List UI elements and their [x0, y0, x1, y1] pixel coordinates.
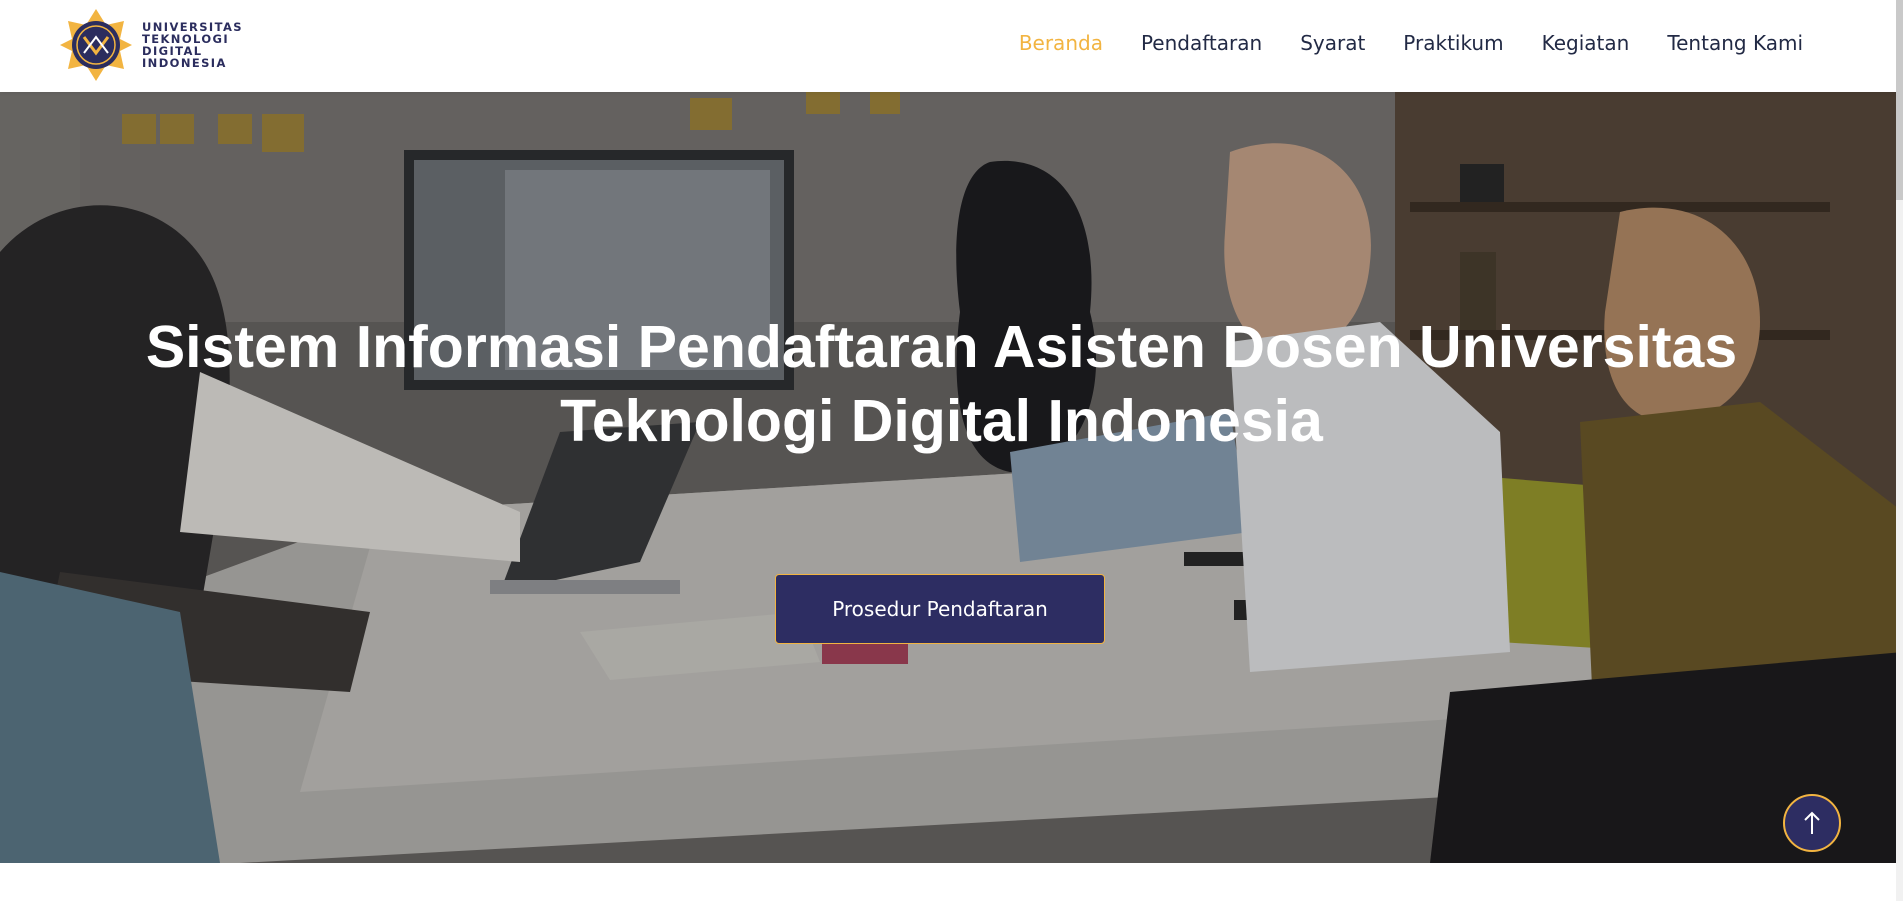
hero-dark-overlay	[0, 92, 1903, 863]
main-nav: Beranda Pendaftaran Syarat Praktikum Keg…	[981, 31, 1803, 55]
logo-line: INDONESIA	[142, 56, 227, 70]
scroll-to-top-button[interactable]	[1783, 794, 1841, 852]
logo-wordmark: UNIVERSITAS TEKNOLOGI DIGITAL INDONESIA	[142, 21, 257, 69]
registration-procedure-button[interactable]: Prosedur Pendaftaran	[775, 574, 1105, 644]
nav-item-pendaftaran[interactable]: Pendaftaran	[1141, 31, 1262, 55]
hero-title: Sistem Informasi Pendaftaran Asisten Dos…	[140, 310, 1743, 458]
nav-item-kegiatan[interactable]: Kegiatan	[1542, 31, 1630, 55]
nav-item-tentang-kami[interactable]: Tentang Kami	[1667, 31, 1803, 55]
nav-item-beranda[interactable]: Beranda	[1019, 31, 1103, 55]
nav-item-syarat[interactable]: Syarat	[1300, 31, 1365, 55]
site-header: UNIVERSITAS TEKNOLOGI DIGITAL INDONESIA …	[0, 0, 1903, 92]
arrow-up-icon	[1804, 811, 1820, 834]
scrollbar-thumb[interactable]	[1896, 0, 1903, 200]
hero-title-line: Teknologi Digital Indonesia	[560, 388, 1323, 454]
nav-item-praktikum[interactable]: Praktikum	[1403, 31, 1503, 55]
hero-title-line: Sistem Informasi Pendaftaran Asisten Dos…	[145, 314, 1738, 380]
university-logo[interactable]: UNIVERSITAS TEKNOLOGI DIGITAL INDONESIA	[58, 7, 257, 83]
logo-emblem-icon	[60, 9, 132, 81]
hero-section: Sistem Informasi Pendaftaran Asisten Dos…	[0, 92, 1903, 863]
page-scrollbar[interactable]	[1896, 0, 1903, 901]
